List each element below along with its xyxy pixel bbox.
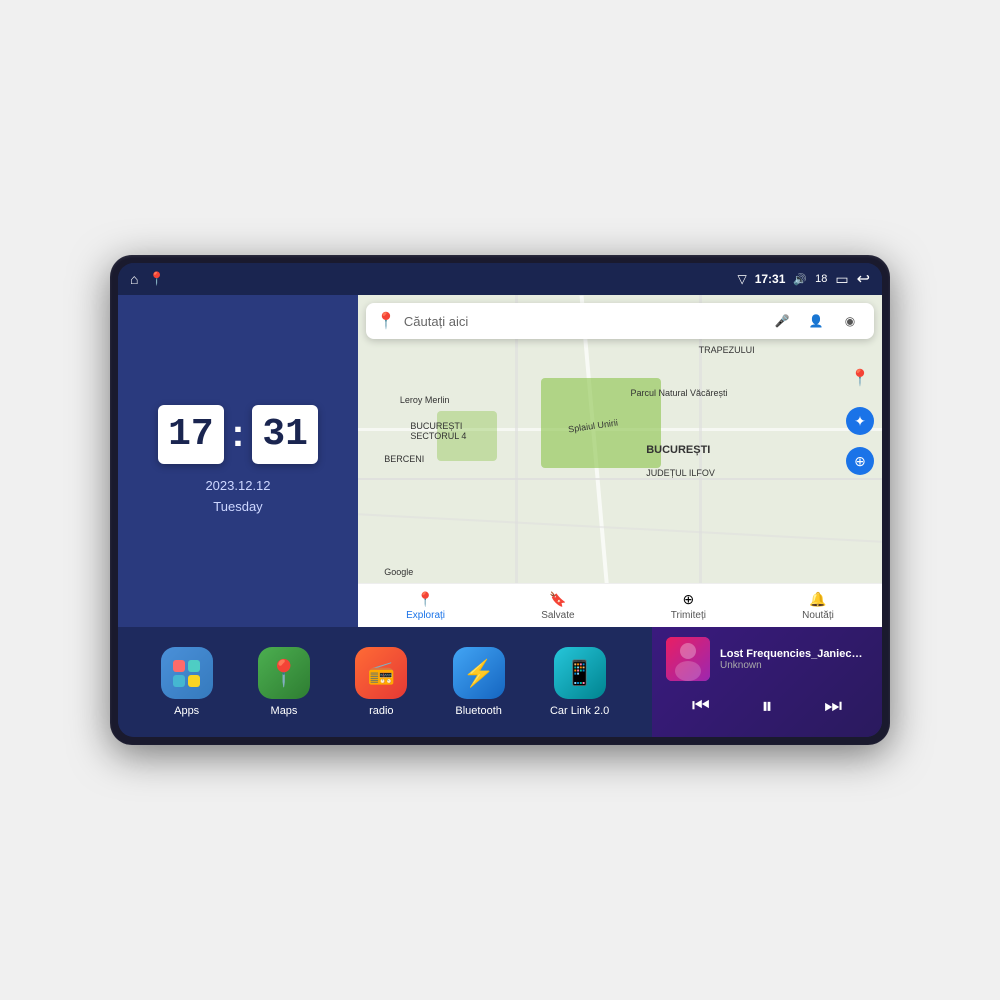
map-nav-explore-icon: 📍 [417, 591, 434, 608]
battery-icon: ▭ [835, 271, 848, 288]
battery-level: 18 [815, 273, 827, 285]
apps-label: Apps [174, 705, 199, 717]
album-art-inner [666, 637, 710, 681]
map-nav-send-icon: ⊕ [682, 591, 694, 608]
clock-date: 2023.12.12 Tuesday [205, 476, 270, 518]
map-nav-news-label: Noutăți [802, 610, 834, 621]
bluetooth-icon-wrapper: ⚡ [453, 647, 505, 699]
map-label-trapezului: TRAPEZULUI [699, 345, 755, 355]
status-right-info: ▽ 17:31 🔊 18 ▭ ↩ [737, 269, 870, 289]
music-controls: ⏮ ⏸ ⏭ [666, 689, 868, 723]
app-icon-carlink[interactable]: 📱 Car Link 2.0 [550, 647, 609, 717]
map-search-bar[interactable]: 📍 Căutați aici 🎤 👤 ◉ [366, 303, 874, 339]
carlink-icon: 📱 [565, 659, 595, 688]
map-nav-explore-label: Explorați [406, 610, 445, 621]
map-label-judet: JUDEȚUL ILFOV [646, 468, 715, 478]
map-nav-news-icon: 🔔 [809, 591, 826, 608]
back-icon[interactable]: ↩ [857, 269, 870, 289]
carlink-icon-wrapper: 📱 [554, 647, 606, 699]
apps-grid-cell-3 [173, 675, 185, 687]
music-player: Lost Frequencies_Janieck Devy-... Unknow… [652, 627, 882, 737]
app-icon-bluetooth[interactable]: ⚡ Bluetooth [453, 647, 505, 717]
clock-widget: 17 : 31 2023.12.12 Tuesday [118, 295, 358, 627]
apps-grid-cell-4 [188, 675, 200, 687]
map-label-bucuresti: BUCUREȘTI [646, 444, 710, 456]
map-label-leroy: Leroy Merlin [400, 395, 450, 405]
map-location-btn[interactable]: ⊕ [846, 447, 874, 475]
apps-icon-wrapper [161, 647, 213, 699]
map-account-btn[interactable]: 👤 [802, 307, 830, 335]
volume-icon: 🔊 [793, 273, 807, 286]
map-bottom-nav: 📍 Explorați 🔖 Salvate ⊕ Trimiteți 🔔 [358, 583, 882, 627]
car-head-unit: ⌂ 📍 ▽ 17:31 🔊 18 ▭ ↩ 17 : [110, 255, 890, 745]
apps-grid-cell-2 [188, 660, 200, 672]
carlink-label: Car Link 2.0 [550, 705, 609, 717]
map-background: Parcul Natural Văcărești BUCUREȘTI JUDEȚ… [358, 295, 882, 627]
radio-icon: 📻 [368, 660, 395, 686]
home-icon[interactable]: ⌂ [130, 271, 138, 287]
album-art [666, 637, 710, 681]
status-left-icons: ⌂ 📍 [130, 271, 165, 287]
next-button[interactable]: ⏭ [812, 691, 854, 722]
device-screen: ⌂ 📍 ▽ 17:31 🔊 18 ▭ ↩ 17 : [118, 263, 882, 737]
bluetooth-label: Bluetooth [455, 705, 501, 717]
map-label-berceni: BERCENI [384, 454, 424, 464]
map-widget[interactable]: Parcul Natural Văcărești BUCUREȘTI JUDEȚ… [358, 295, 882, 627]
clock-minutes: 31 [252, 405, 318, 464]
maps-icon: 📍 [268, 658, 300, 689]
music-title: Lost Frequencies_Janieck Devy-... [720, 648, 868, 660]
radio-label: radio [369, 705, 393, 717]
map-search-pin-icon: 📍 [376, 311, 396, 331]
map-google-label: Google [384, 567, 413, 577]
map-nav-saved-label: Salvate [541, 610, 574, 621]
clock-display: 17 : 31 [158, 405, 318, 464]
app-icon-maps[interactable]: 📍 Maps [258, 647, 310, 717]
map-nav-send-label: Trimiteți [671, 610, 706, 621]
prev-button[interactable]: ⏮ [680, 691, 722, 722]
map-pin-marker: 📍 [850, 368, 870, 388]
apps-section: Apps 📍 Maps 📻 radio [118, 627, 652, 737]
main-content: 17 : 31 2023.12.12 Tuesday [118, 295, 882, 737]
signal-icon: ▽ [737, 272, 746, 286]
apps-grid-icon [165, 652, 208, 695]
play-pause-button[interactable]: ⏸ [749, 689, 784, 723]
map-label-sector: BUCUREȘTISECTORUL 4 [410, 421, 466, 441]
map-nav-saved-icon: 🔖 [549, 591, 566, 608]
maps-label: Maps [271, 705, 298, 717]
map-nav-explore[interactable]: 📍 Explorați [406, 591, 445, 621]
status-time: 17:31 [755, 272, 786, 286]
map-nav-news[interactable]: 🔔 Noutăți [802, 591, 834, 621]
map-nav-send[interactable]: ⊕ Trimiteți [671, 591, 706, 621]
status-bar: ⌂ 📍 ▽ 17:31 🔊 18 ▭ ↩ [118, 263, 882, 295]
app-icon-apps[interactable]: Apps [161, 647, 213, 717]
music-top: Lost Frequencies_Janieck Devy-... Unknow… [666, 637, 868, 681]
music-info: Lost Frequencies_Janieck Devy-... Unknow… [720, 648, 868, 671]
bluetooth-icon: ⚡ [462, 658, 494, 689]
clock-colon: : [232, 413, 245, 456]
app-icon-radio[interactable]: 📻 radio [355, 647, 407, 717]
map-voice-btn[interactable]: 🎤 [768, 307, 796, 335]
map-compass-btn[interactable]: ✦ [846, 407, 874, 435]
map-label-parcul: Parcul Natural Văcărești [630, 388, 727, 398]
bottom-section: Apps 📍 Maps 📻 radio [118, 627, 882, 737]
album-art-svg [666, 637, 710, 681]
map-layers-btn[interactable]: ◉ [836, 307, 864, 335]
apps-grid-cell-1 [173, 660, 185, 672]
map-search-text[interactable]: Căutați aici [404, 314, 760, 329]
top-section: 17 : 31 2023.12.12 Tuesday [118, 295, 882, 627]
music-artist: Unknown [720, 660, 868, 671]
maps-pin-status-icon[interactable]: 📍 [148, 271, 164, 287]
map-search-controls: 🎤 👤 ◉ [768, 307, 864, 335]
clock-hours: 17 [158, 405, 224, 464]
radio-icon-wrapper: 📻 [355, 647, 407, 699]
map-nav-saved[interactable]: 🔖 Salvate [541, 591, 574, 621]
maps-icon-wrapper: 📍 [258, 647, 310, 699]
